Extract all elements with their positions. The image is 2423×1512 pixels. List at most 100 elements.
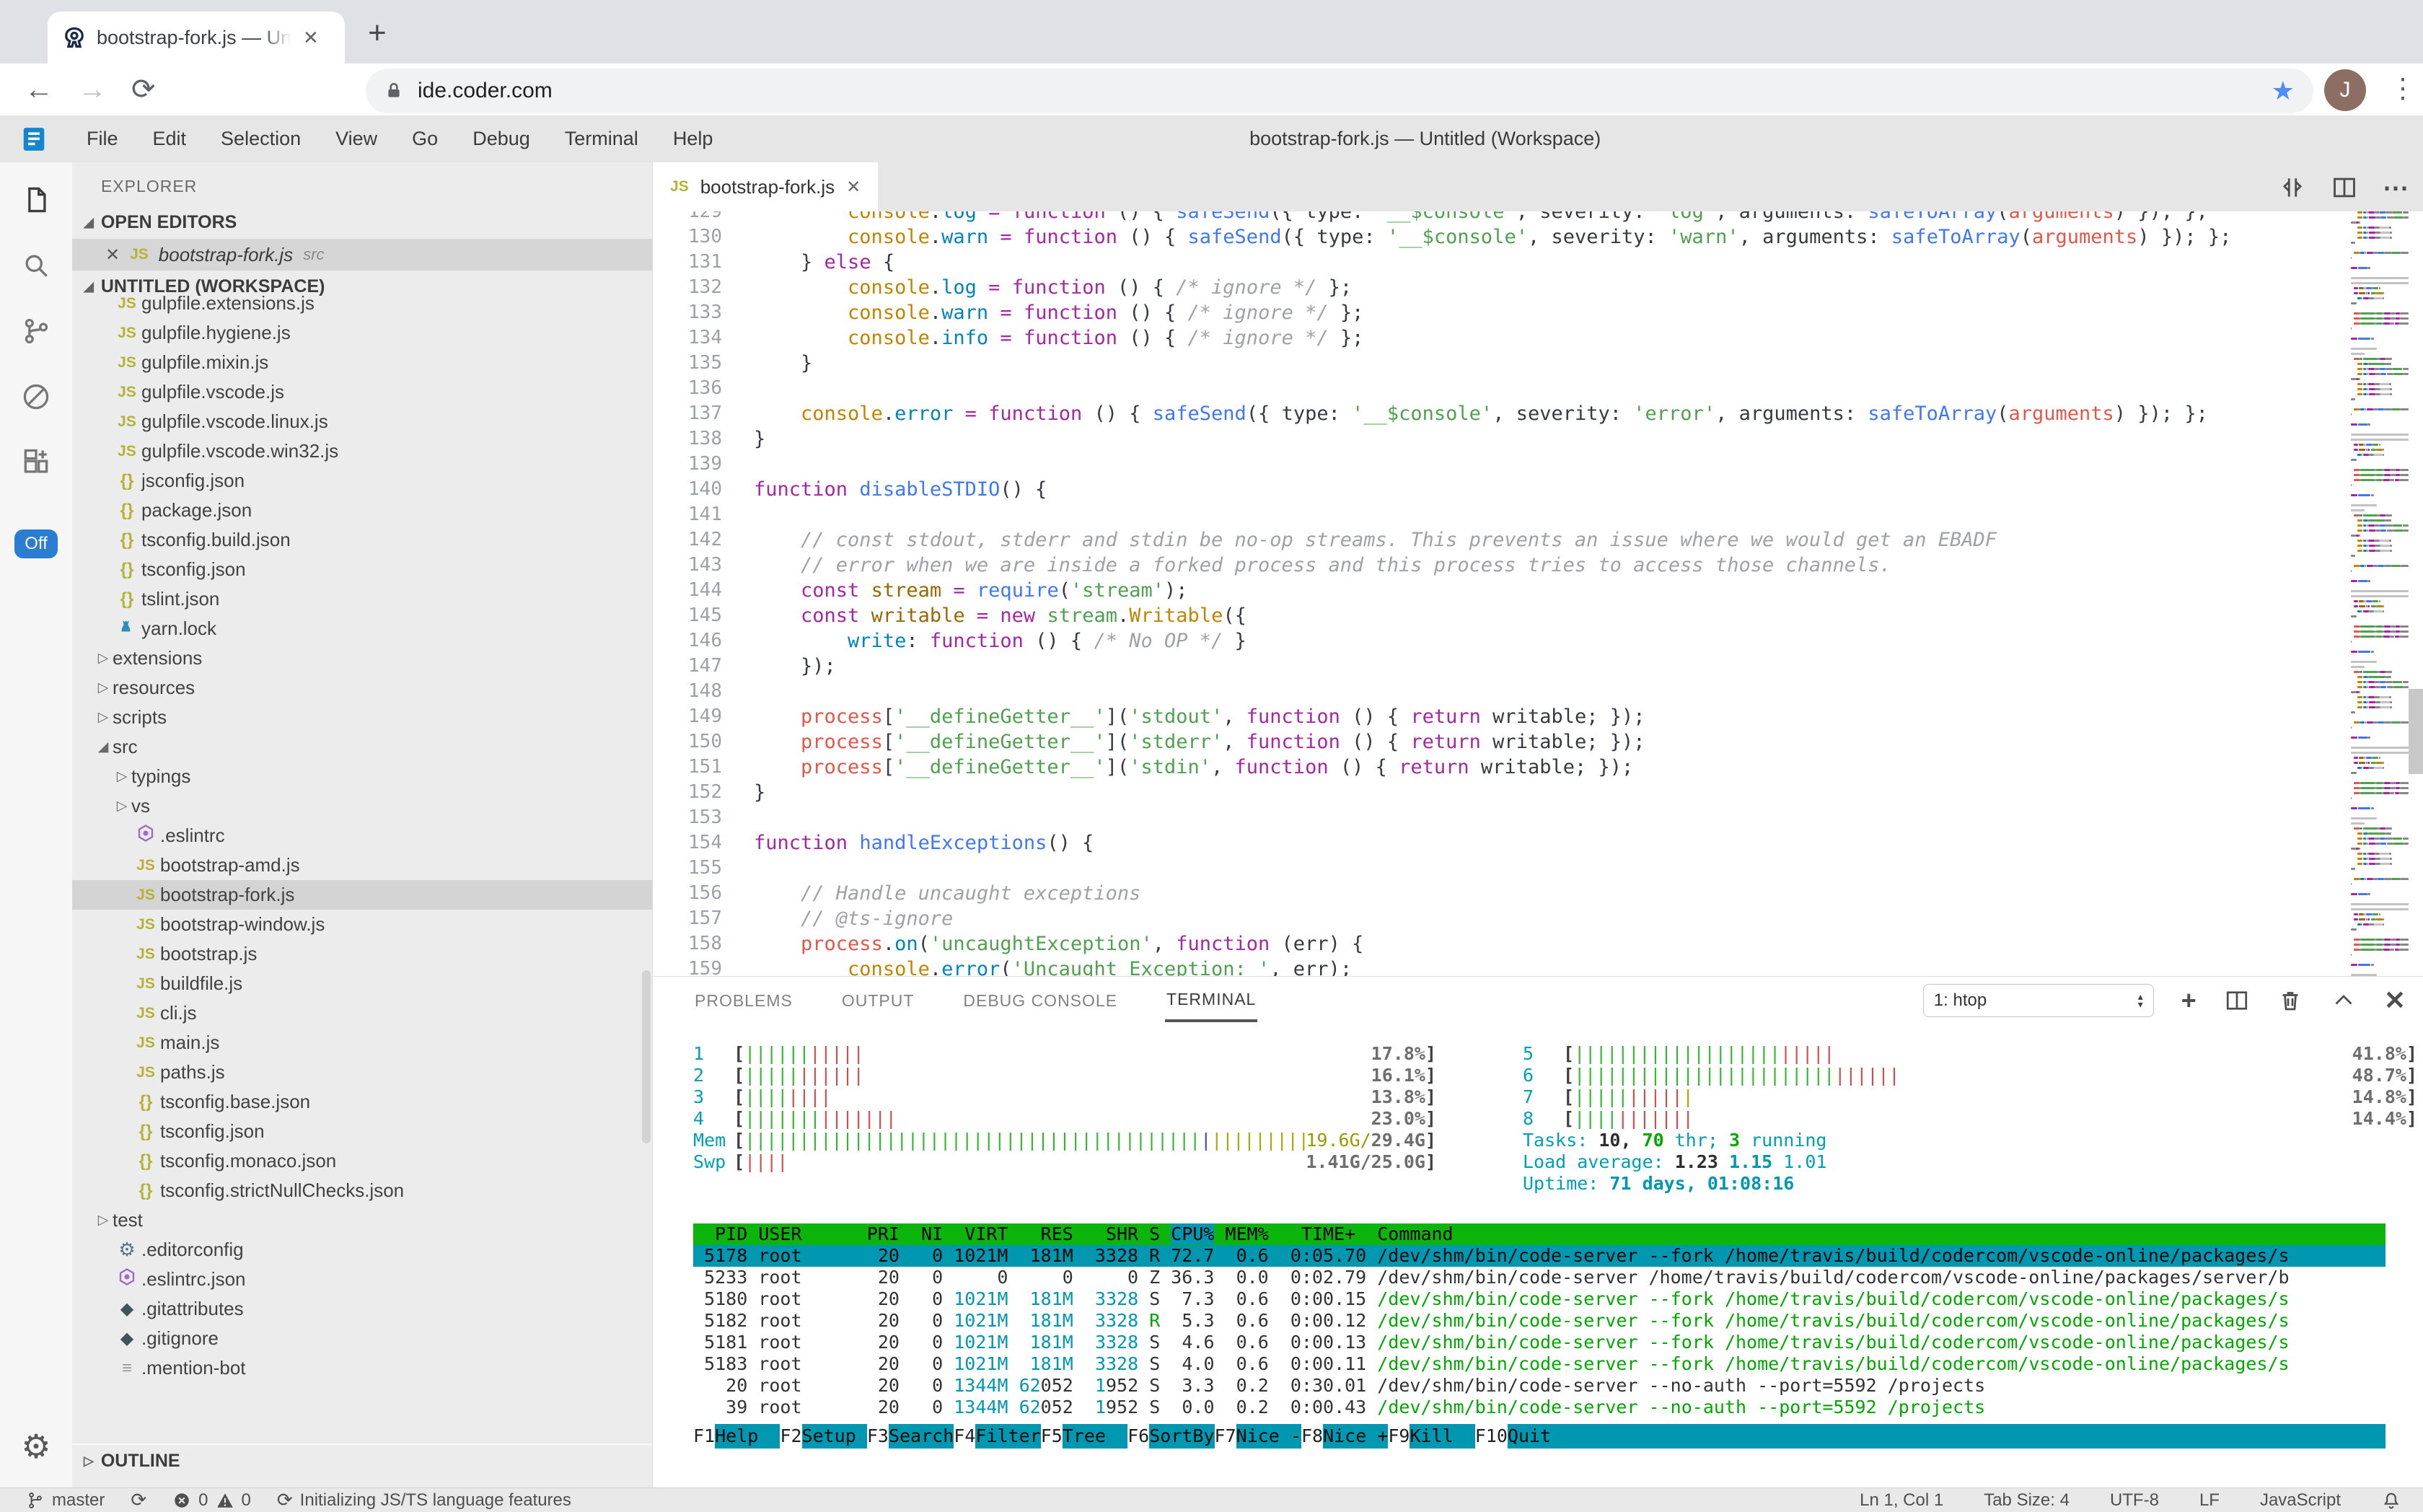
eol-indicator[interactable]: LF bbox=[2199, 1490, 2220, 1511]
editor-scrollbar[interactable] bbox=[2409, 689, 2423, 774]
menu-help[interactable]: Help bbox=[656, 128, 731, 150]
fkey-label-help[interactable]: Help bbox=[715, 1424, 780, 1449]
tree-item-.eslintrc[interactable]: .eslintrc bbox=[72, 821, 652, 850]
tree-item-typings[interactable]: ▷typings bbox=[72, 762, 652, 791]
collaboration-off-badge[interactable]: Off bbox=[14, 529, 58, 558]
tree-item-extensions[interactable]: ▷extensions bbox=[72, 643, 652, 673]
bookmark-star-icon[interactable]: ★ bbox=[2272, 76, 2295, 106]
debug-icon[interactable] bbox=[20, 381, 52, 416]
menu-edit[interactable]: Edit bbox=[136, 128, 204, 150]
tree-item-tsconfig.strictNullChecks.json[interactable]: {}tsconfig.strictNullChecks.json bbox=[72, 1176, 652, 1205]
tab-size-indicator[interactable]: Tab Size: 4 bbox=[1984, 1490, 2070, 1511]
fkey-label-search[interactable]: Search bbox=[889, 1424, 954, 1449]
htop-process-row[interactable]: 39 root 20 0 1344M 62052 1952 S 0.0 0.2 … bbox=[693, 1397, 2385, 1418]
back-icon[interactable]: ← bbox=[25, 74, 53, 106]
source-control-icon[interactable] bbox=[20, 315, 52, 351]
fkey-label-nice -[interactable]: Nice - bbox=[1236, 1424, 1301, 1449]
tree-item-tsconfig.json[interactable]: {}tsconfig.json bbox=[72, 555, 652, 584]
menu-file[interactable]: File bbox=[69, 128, 136, 150]
compare-icon[interactable] bbox=[2279, 174, 2306, 201]
sidebar-scrollbar[interactable] bbox=[642, 970, 651, 1143]
tree-item-bootstrap-window.js[interactable]: JSbootstrap-window.js bbox=[72, 910, 652, 939]
minimap[interactable] bbox=[2351, 211, 2413, 976]
outline-section[interactable]: ▷ OUTLINE bbox=[72, 1443, 652, 1477]
htop-process-row[interactable]: 5183 root 20 0 1021M 181M 3328 S 4.0 0.6… bbox=[693, 1353, 2385, 1375]
editor-tab[interactable]: JS bootstrap-fork.js ✕ bbox=[653, 162, 878, 211]
tree-item-.eslintrc.json[interactable]: .eslintrc.json bbox=[72, 1265, 652, 1294]
extensions-icon[interactable] bbox=[20, 447, 52, 482]
htop-process-row[interactable]: 5180 root 20 0 1021M 181M 3328 S 7.3 0.6… bbox=[693, 1288, 2385, 1310]
new-terminal-icon[interactable]: + bbox=[2181, 985, 2196, 1016]
tree-item-tsconfig.build.json[interactable]: {}tsconfig.build.json bbox=[72, 525, 652, 555]
tree-item-.gitattributes[interactable]: ◆.gitattributes bbox=[72, 1294, 652, 1324]
line-col-indicator[interactable]: Ln 1, Col 1 bbox=[1860, 1490, 1943, 1511]
tree-item-tslint.json[interactable]: {}tslint.json bbox=[72, 584, 652, 614]
browser-avatar[interactable]: J bbox=[2324, 69, 2366, 111]
panel-tab-output[interactable]: OUTPUT bbox=[840, 981, 916, 1021]
browser-tab[interactable]: bootstrap-fork.js — Untitled (W ✕ bbox=[48, 12, 345, 63]
tree-item-gulpfile.vscode.win32.js[interactable]: JSgulpfile.vscode.win32.js bbox=[72, 436, 652, 466]
maximize-panel-icon[interactable] bbox=[2331, 988, 2357, 1014]
htop-process-row[interactable]: 5181 root 20 0 1021M 181M 3328 S 4.6 0.6… bbox=[693, 1332, 2385, 1353]
tree-item-gulpfile.extensions.js[interactable]: JSgulpfile.extensions.js bbox=[72, 289, 652, 318]
tree-item-bootstrap-amd.js[interactable]: JSbootstrap-amd.js bbox=[72, 850, 652, 880]
close-panel-icon[interactable]: ✕ bbox=[2384, 985, 2406, 1016]
fkey-label-sortby[interactable]: SortBy bbox=[1149, 1424, 1214, 1449]
problems-indicator[interactable]: 0 0 bbox=[172, 1490, 251, 1511]
htop-process-row[interactable]: 20 root 20 0 1344M 62052 1952 S 3.3 0.2 … bbox=[693, 1375, 2385, 1397]
htop-process-row[interactable]: 5178 root 20 0 1021M 181M 3328 R 72.7 0.… bbox=[693, 1245, 2385, 1267]
fkey-label-tree[interactable]: Tree bbox=[1063, 1424, 1127, 1449]
terminal-view[interactable]: 1[|||||||||||17.8%]2[|||||||||||16.1%]3[… bbox=[653, 1024, 2423, 1488]
tree-item-gulpfile.vscode.js[interactable]: JSgulpfile.vscode.js bbox=[72, 377, 652, 407]
tree-item-.gitignore[interactable]: ◆.gitignore bbox=[72, 1324, 652, 1353]
menu-selection[interactable]: Selection bbox=[203, 128, 318, 150]
panel-tab-terminal[interactable]: TERMINAL bbox=[1165, 980, 1257, 1022]
tree-item-bootstrap-fork.js[interactable]: JSbootstrap-fork.js bbox=[72, 880, 652, 910]
fkey-label-quit[interactable]: Quit bbox=[1508, 1424, 1551, 1449]
tree-item-jsconfig.json[interactable]: {}jsconfig.json bbox=[72, 466, 652, 496]
menu-view[interactable]: View bbox=[318, 128, 395, 150]
tree-item-tsconfig.json[interactable]: {}tsconfig.json bbox=[72, 1117, 652, 1146]
editor-tab-close-icon[interactable]: ✕ bbox=[846, 177, 861, 198]
tree-item-scripts[interactable]: ▷scripts bbox=[72, 703, 652, 732]
kill-terminal-icon[interactable] bbox=[2277, 988, 2303, 1014]
reload-icon[interactable]: ⟳ bbox=[131, 73, 156, 106]
terminal-select[interactable]: 1: htop ▴▾ bbox=[1923, 984, 2154, 1017]
tree-item-package.json[interactable]: {}package.json bbox=[72, 496, 652, 525]
tree-item-paths.js[interactable]: JSpaths.js bbox=[72, 1058, 652, 1087]
tree-item-bootstrap.js[interactable]: JSbootstrap.js bbox=[72, 939, 652, 969]
tree-item-vs[interactable]: ▷vs bbox=[72, 791, 652, 821]
menu-debug[interactable]: Debug bbox=[455, 128, 548, 150]
code-editor[interactable]: 129 console.log = function () { safeSend… bbox=[653, 211, 2423, 976]
split-terminal-icon[interactable] bbox=[2224, 988, 2250, 1014]
open-editors-section[interactable]: ◢ OPEN EDITORS bbox=[72, 206, 652, 239]
fkey-label-kill[interactable]: Kill bbox=[1410, 1424, 1474, 1449]
encoding-indicator[interactable]: UTF-8 bbox=[2110, 1490, 2159, 1511]
htop-process-row[interactable]: 5182 root 20 0 1021M 181M 3328 R 5.3 0.6… bbox=[693, 1310, 2385, 1332]
tree-item-.mention-bot[interactable]: ≡.mention-bot bbox=[72, 1353, 652, 1383]
tree-item-gulpfile.mixin.js[interactable]: JSgulpfile.mixin.js bbox=[72, 348, 652, 377]
tree-item-buildfile.js[interactable]: JSbuildfile.js bbox=[72, 969, 652, 998]
split-editor-icon[interactable] bbox=[2331, 174, 2358, 201]
htop-table-header[interactable]: PID USER PRI NI VIRT RES SHR S CPU% MEM%… bbox=[693, 1223, 2385, 1245]
tree-item-gulpfile.hygiene.js[interactable]: JSgulpfile.hygiene.js bbox=[72, 318, 652, 348]
sync-indicator[interactable]: ⟳ bbox=[131, 1489, 146, 1511]
tree-item-src[interactable]: ◢src bbox=[72, 732, 652, 762]
tree-item-gulpfile.vscode.linux.js[interactable]: JSgulpfile.vscode.linux.js bbox=[72, 407, 652, 436]
tree-item-test[interactable]: ▷test bbox=[72, 1205, 652, 1235]
panel-tab-debug-console[interactable]: DEBUG CONSOLE bbox=[962, 981, 1119, 1021]
language-indicator[interactable]: JavaScript bbox=[2260, 1490, 2341, 1511]
tree-item-.editorconfig[interactable]: ⚙.editorconfig bbox=[72, 1235, 652, 1265]
explorer-icon[interactable] bbox=[20, 184, 52, 219]
bell-icon[interactable] bbox=[2381, 1490, 2401, 1511]
fkey-label-setup[interactable]: Setup bbox=[802, 1424, 867, 1449]
fkey-label-nice +[interactable]: Nice + bbox=[1323, 1424, 1388, 1449]
panel-tab-problems[interactable]: PROBLEMS bbox=[693, 981, 794, 1021]
tree-item-main.js[interactable]: JSmain.js bbox=[72, 1028, 652, 1058]
forward-icon[interactable]: → bbox=[78, 74, 107, 106]
browser-menu-icon[interactable]: ⋮ bbox=[2389, 72, 2417, 105]
tree-item-yarn.lock[interactable]: yarn.lock bbox=[72, 614, 652, 643]
address-bar[interactable]: ide.coder.com ★ bbox=[366, 69, 2313, 113]
tree-item-tsconfig.base.json[interactable]: {}tsconfig.base.json bbox=[72, 1087, 652, 1117]
browser-tab-close-icon[interactable]: ✕ bbox=[303, 27, 319, 49]
